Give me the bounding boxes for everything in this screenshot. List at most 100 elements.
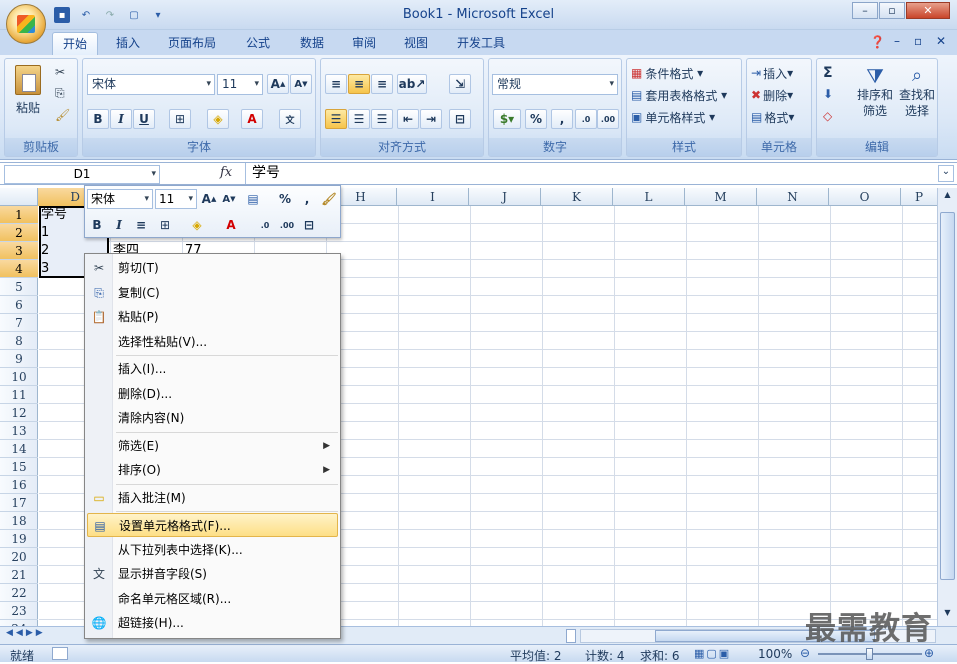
align-left-icon[interactable]: ☰	[325, 109, 347, 129]
font-size-select[interactable]: 11	[217, 74, 263, 95]
context-menu-item[interactable]: 插入(I)...	[87, 357, 338, 381]
context-menu-item[interactable]: ▤ 设置单元格格式(F)...	[87, 513, 338, 537]
copy-icon[interactable]: ⎘	[55, 86, 65, 101]
macro-record-icon[interactable]	[52, 647, 68, 660]
find-select-button[interactable]: ⌕ 查找和 选择	[897, 65, 937, 119]
cut-icon[interactable]: ✂	[55, 65, 65, 79]
cell-d1[interactable]: 学号	[39, 206, 67, 224]
tab-home[interactable]: 开始	[52, 32, 99, 55]
bold-icon[interactable]: B	[87, 109, 109, 129]
context-menu-item[interactable]: 命名单元格区域(R)...	[87, 587, 338, 611]
vertical-scrollbar[interactable]: ▲ ▼	[937, 188, 957, 626]
row-header[interactable]: 22	[0, 584, 38, 602]
row-header[interactable]: 3	[0, 242, 38, 260]
percent-icon[interactable]: %	[525, 109, 547, 129]
zoom-out-icon[interactable]: ⊖	[800, 646, 810, 660]
insert-function-icon[interactable]: fx	[220, 165, 232, 180]
row-header[interactable]: 18	[0, 512, 38, 530]
scroll-up-icon[interactable]: ▲	[940, 190, 955, 204]
cell-d3[interactable]: 2	[39, 242, 49, 260]
context-menu-item[interactable]: 清除内容(N)	[87, 406, 338, 430]
font-color-icon[interactable]: A	[241, 109, 263, 129]
row-header[interactable]: 10	[0, 368, 38, 386]
context-menu-item[interactable]: 🌐 超链接(H)...	[87, 611, 338, 635]
orientation-icon[interactable]: ab↗	[397, 74, 427, 94]
row-header[interactable]: 15	[0, 458, 38, 476]
comma-icon[interactable]: ,	[551, 109, 573, 129]
tab-page-layout[interactable]: 页面布局	[158, 32, 226, 55]
context-menu-item[interactable]: ✂ 剪切(T)	[87, 256, 338, 280]
row-header[interactable]: 8	[0, 332, 38, 350]
align-middle-icon[interactable]: ≡	[348, 74, 370, 94]
col-header-j[interactable]: J	[469, 188, 541, 206]
col-header-i[interactable]: I	[397, 188, 469, 206]
zoom-slider[interactable]	[818, 648, 922, 660]
tab-data[interactable]: 数据	[290, 32, 334, 55]
mini-merge-icon[interactable]: ⊟	[299, 215, 319, 235]
row-header[interactable]: 16	[0, 476, 38, 494]
mini-grow-font-icon[interactable]: A ▲	[199, 189, 219, 209]
mini-comma-icon[interactable]: ,	[297, 189, 317, 209]
tab-view[interactable]: 视图	[394, 32, 438, 55]
mini-shrink-font-icon[interactable]: A ▼	[219, 189, 239, 209]
increase-decimal-icon[interactable]: .0	[575, 109, 597, 129]
redo-icon[interactable]: ↷	[102, 7, 118, 23]
mini-percent-icon[interactable]: %	[275, 189, 295, 209]
col-header-l[interactable]: L	[613, 188, 685, 206]
conditional-format-button[interactable]: ▦ 条件格式 ▾	[631, 63, 703, 83]
paste-button[interactable]: 粘贴	[11, 65, 45, 121]
insert-cells-button[interactable]: ⇥ 插入 ▾	[751, 63, 793, 83]
format-painter-icon[interactable]: 🖌	[55, 108, 70, 122]
row-header[interactable]: 21	[0, 566, 38, 584]
save-icon[interactable]: ▪	[54, 7, 70, 23]
row-header[interactable]: 5	[0, 278, 38, 296]
row-header[interactable]: 20	[0, 548, 38, 566]
select-all-corner[interactable]	[0, 188, 38, 206]
borders-icon[interactable]: ⊞	[169, 109, 191, 129]
office-button[interactable]	[6, 4, 46, 44]
delete-cells-button[interactable]: ✖ 删除 ▾	[751, 85, 793, 105]
number-format-select[interactable]: 常规	[492, 74, 618, 95]
minimize-button[interactable]: –	[852, 2, 878, 19]
col-header-p[interactable]: P	[901, 188, 937, 206]
font-name-select[interactable]: 宋体	[87, 74, 215, 95]
customize-qat-icon[interactable]: ▾	[150, 7, 166, 23]
autosum-icon[interactable]: Σ	[823, 65, 833, 81]
vertical-scroll-thumb[interactable]	[940, 212, 955, 580]
increase-indent-icon[interactable]: ⇥	[420, 109, 442, 129]
context-menu-item[interactable]: 筛选(E) ▶	[87, 434, 338, 458]
workbook-close-icon[interactable]: ✕	[936, 34, 946, 48]
row-header[interactable]: 14	[0, 440, 38, 458]
currency-icon[interactable]: $▾	[493, 109, 521, 129]
mini-bold-icon[interactable]: B	[87, 215, 107, 235]
undo-icon[interactable]: ↶	[78, 7, 94, 23]
grow-font-icon[interactable]: A ▲	[267, 74, 289, 94]
mini-font-select[interactable]: 宋体	[87, 189, 153, 209]
cell-d2[interactable]: 1	[39, 224, 49, 242]
mini-font-color-icon[interactable]: A	[221, 215, 241, 235]
mini-borders-icon[interactable]: ⊞	[155, 215, 175, 235]
fill-color-icon[interactable]: ◈	[207, 109, 229, 129]
col-header-n[interactable]: N	[757, 188, 829, 206]
context-menu-item[interactable]: ⎘ 复制(C)	[87, 281, 338, 305]
align-top-icon[interactable]: ≡	[325, 74, 347, 94]
zoom-in-icon[interactable]: ⊕	[924, 646, 934, 660]
col-header-m[interactable]: M	[685, 188, 757, 206]
scroll-down-icon[interactable]: ▼	[940, 608, 955, 622]
tab-formulas[interactable]: 公式	[236, 32, 280, 55]
row-header[interactable]: 11	[0, 386, 38, 404]
context-menu-item[interactable]: ▭ 插入批注(M)	[87, 486, 338, 510]
formula-input[interactable]: 学号	[245, 163, 935, 184]
tab-split-handle[interactable]	[566, 629, 576, 643]
maximize-button[interactable]: ▫	[879, 2, 905, 19]
row-header[interactable]: 12	[0, 404, 38, 422]
mini-decrease-decimal-icon[interactable]: .00	[277, 215, 297, 235]
tab-review[interactable]: 审阅	[342, 32, 386, 55]
row-header[interactable]: 9	[0, 350, 38, 368]
ribbon-restore-icon[interactable]: ▫	[914, 34, 922, 48]
align-right-icon[interactable]: ☰	[371, 109, 393, 129]
col-header-d[interactable]: D	[38, 188, 85, 206]
row-header[interactable]: 4	[0, 260, 38, 278]
print-preview-icon[interactable]: ▢	[126, 7, 142, 23]
row-header[interactable]: 2	[0, 224, 38, 242]
